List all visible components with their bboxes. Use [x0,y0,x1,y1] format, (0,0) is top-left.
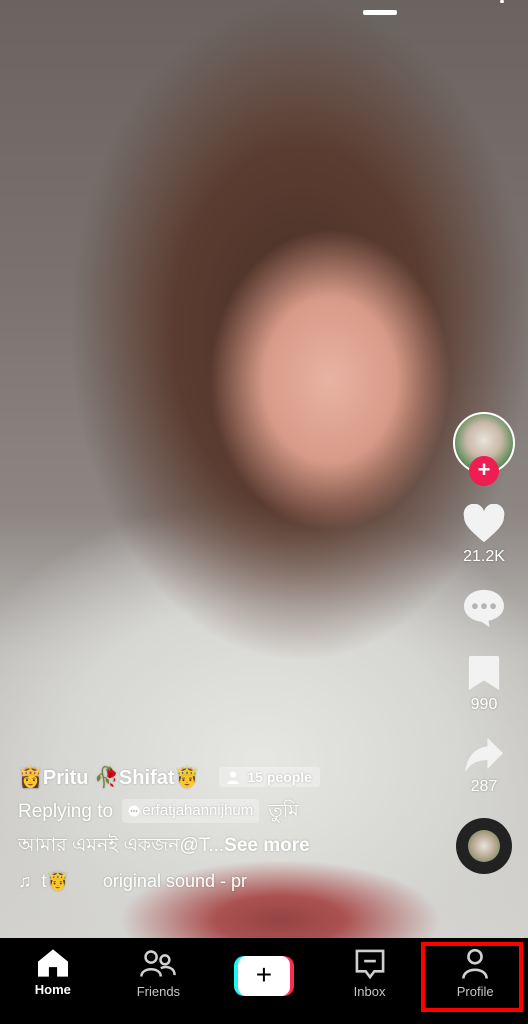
follow-button[interactable]: + [469,456,499,486]
status-dot [500,0,504,3]
bookmark-count: 990 [470,696,498,713]
see-more-link[interactable]: See more [224,835,310,856]
music-note-icon: ♫ [18,871,32,891]
caption-text: Replying to erfatjahannijhum তুমি আমার এ… [18,795,418,863]
video-player[interactable]: + 21.2K 990 287 👸Pritu 🥀Shifat🤴 15 peopl… [0,0,528,938]
nav-friends[interactable]: Friends [106,938,212,1024]
replying-prefix: Replying to [18,801,114,822]
creator-username[interactable]: 👸Pritu 🥀Shifat🤴 [18,765,199,790]
action-rail: + 21.2K 990 287 [440,412,528,874]
nav-home-label: Home [34,982,71,997]
caption-line2: আমার এমনই একজন@T... [18,835,225,856]
sound-disc[interactable] [456,818,512,874]
caption-line1-suffix: তুমি [268,801,299,822]
profile-highlight-box [421,942,523,1012]
inbox-icon [355,949,384,980]
viewer-badge-label: 15 people [247,769,312,785]
sound-info[interactable]: ♫ t🤴 original sound - pr [18,871,418,892]
heart-icon [463,504,505,543]
nav-inbox-label: Inbox [353,984,386,999]
status-indicator [363,10,397,15]
like-button[interactable]: 21.2K [462,504,506,566]
bookmark-button[interactable]: 990 [467,654,501,714]
share-icon [465,737,503,773]
create-icon: + [233,956,294,996]
sound-disc-cover [468,830,500,862]
creator-avatar[interactable]: + [453,412,515,486]
home-icon [37,949,68,977]
like-count: 21.2K [463,548,505,565]
comment-bubble-icon [128,805,140,817]
comment-icon [464,589,504,628]
video-caption: 👸Pritu 🥀Shifat🤴 15 people Replying to er… [18,763,418,892]
nav-friends-label: Friends [136,984,181,999]
person-icon [227,771,240,784]
mention-username: erfatjahannijhum [142,802,254,819]
share-count: 287 [470,778,498,795]
create-plus: + [237,956,290,996]
nav-create[interactable]: + [211,938,317,1024]
sound-author: t🤴 [41,871,69,891]
share-button[interactable]: 287 [463,736,505,796]
friends-icon [140,950,177,977]
nav-home[interactable]: Home [0,938,106,1024]
viewer-badge[interactable]: 15 people [219,767,320,787]
bookmark-icon [468,656,500,690]
comment-button[interactable] [462,588,506,628]
sound-title: original sound - pr [102,871,248,891]
nav-inbox[interactable]: Inbox [317,938,423,1024]
reply-mention[interactable]: erfatjahannijhum [122,799,260,823]
